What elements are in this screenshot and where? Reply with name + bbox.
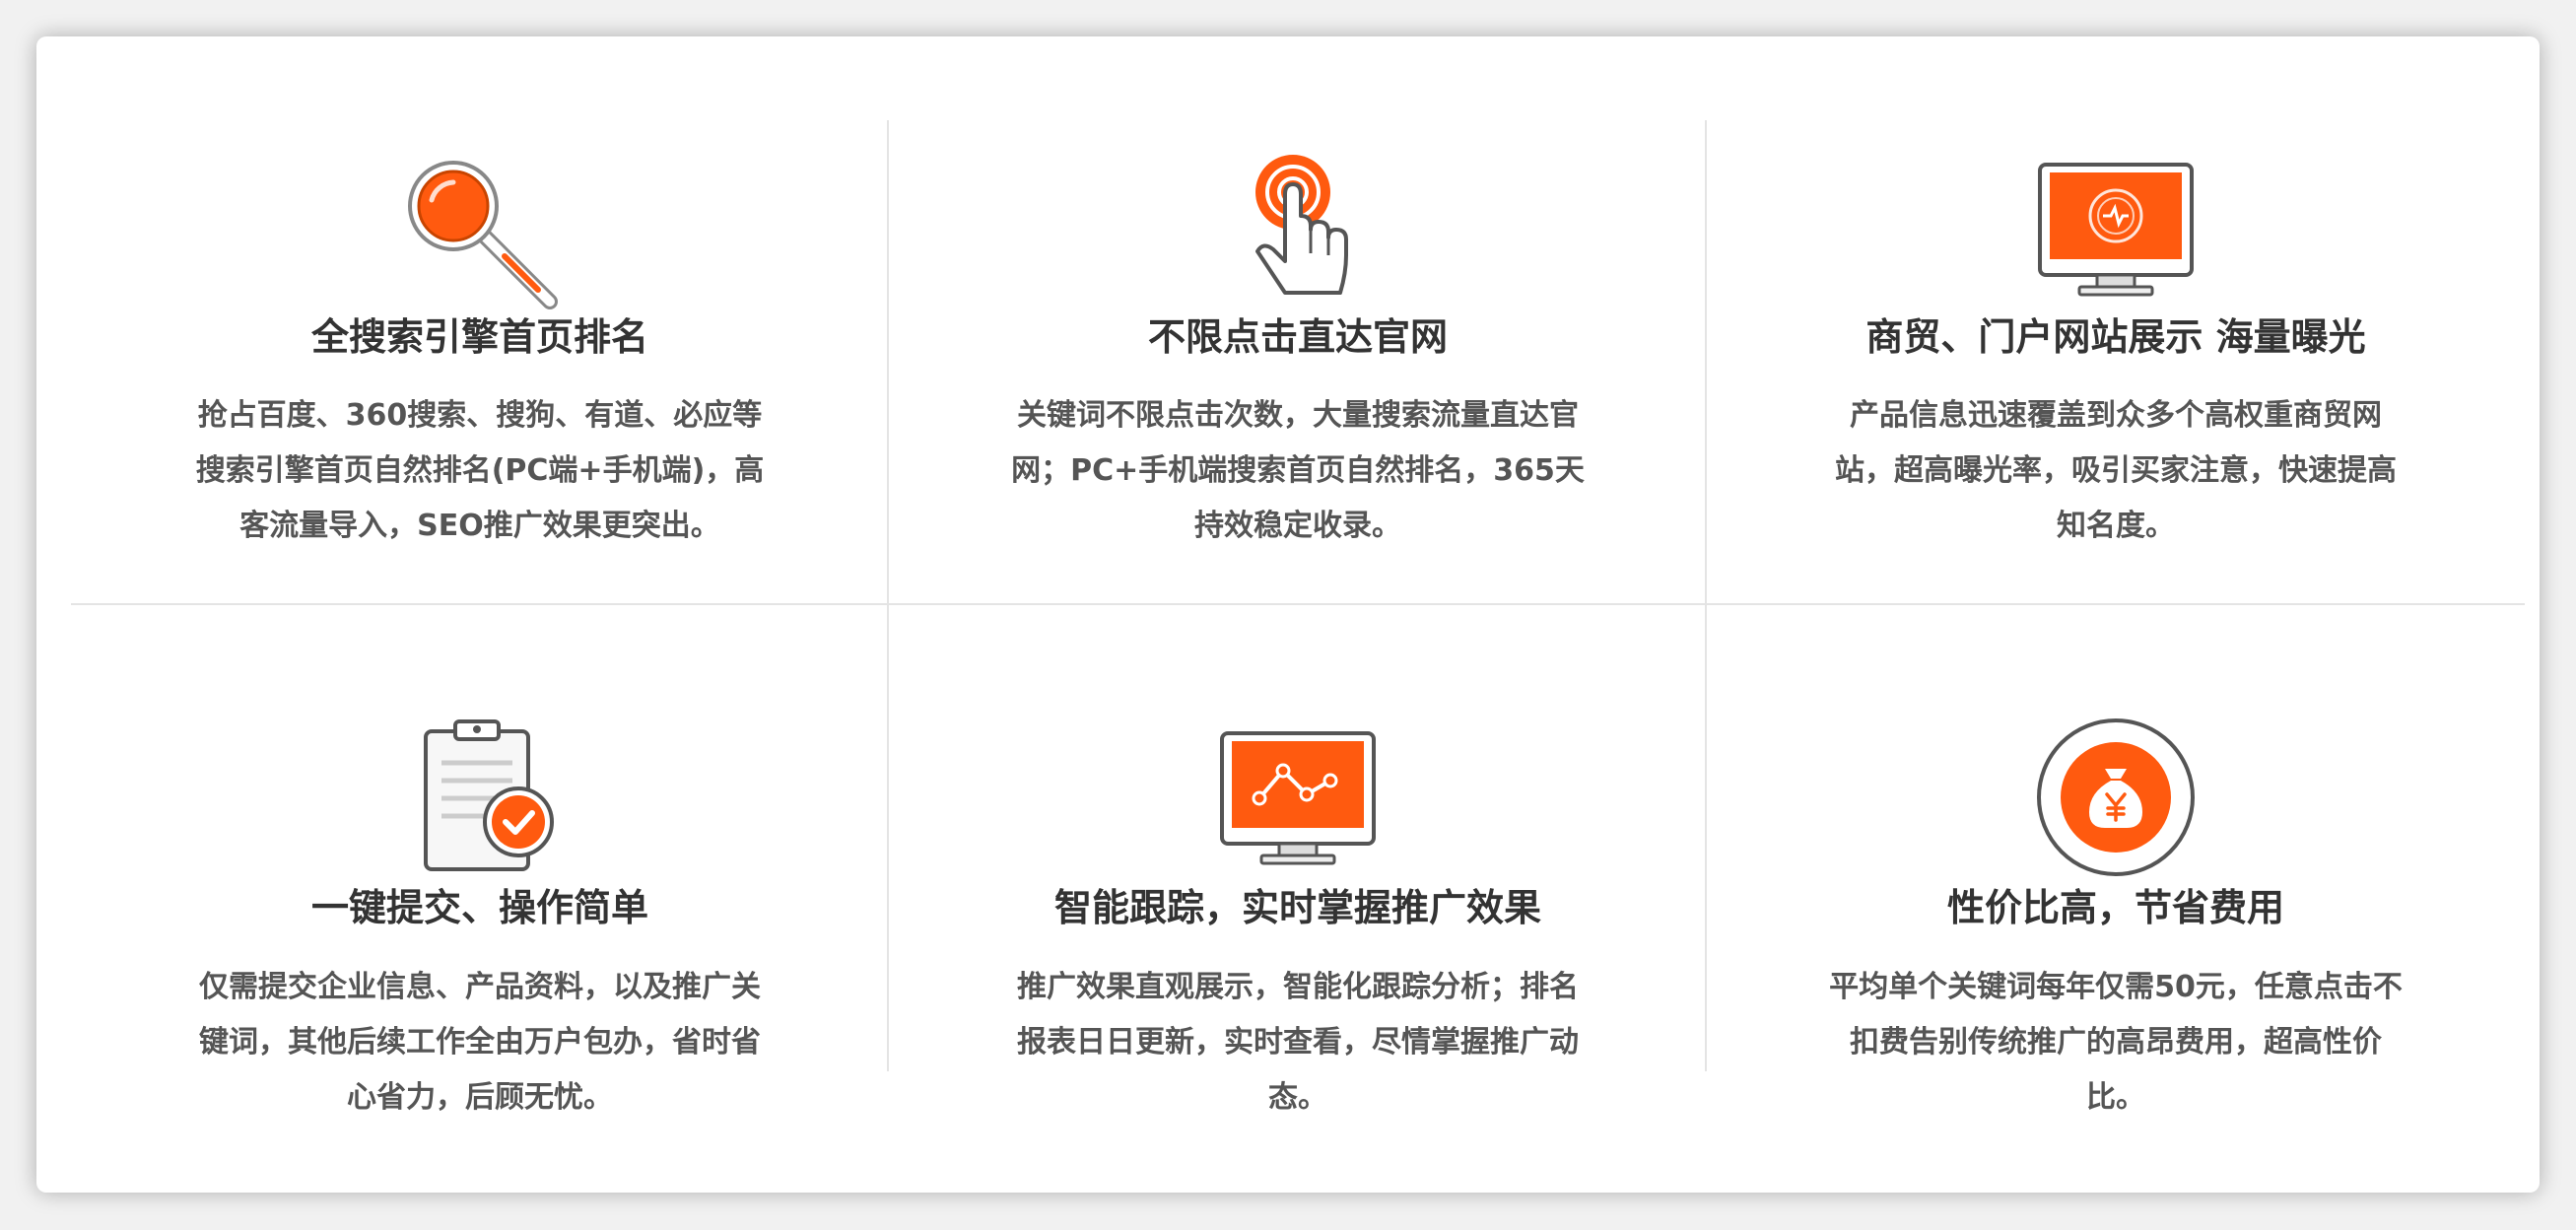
feature-title: 全搜索引擎首页排名 <box>310 315 648 359</box>
feature-description: 关键词不限点击次数，大量搜索流量直达官网；PC+手机端搜索首页自然排名，365天… <box>1011 398 1585 543</box>
clipboard-check-icon <box>396 714 564 881</box>
feature-description: 推广效果直观展示，智能化跟踪分析；排名报表日日更新，实时查看，尽情掌握推广动态。 <box>1017 970 1579 1115</box>
feature-title: 一键提交、操作简单 <box>310 886 648 929</box>
feature-smart-tracking: 智能跟踪，实时掌握推广效果 推广效果直观展示，智能化跟踪分析；排名报表日日更新，… <box>889 605 1707 1115</box>
feature-description: 平均单个关键词每年仅需50元，任意点击不扣费告别传统推广的高昂费用，超高性价比。 <box>1829 970 2403 1115</box>
feature-unlimited-clicks: 不限点击直达官网 关键词不限点击次数，大量搜索流量直达官网；PC+手机端搜索首页… <box>889 46 1707 543</box>
feature-title: 性价比高，节省费用 <box>1946 886 2284 929</box>
monitor-display-icon <box>2032 145 2200 312</box>
feature-cost-effective: 性价比高，节省费用 平均单个关键词每年仅需50元，任意点击不扣费告别传统推广的高… <box>1707 605 2525 1115</box>
feature-title: 商贸、门户网站展示 海量曝光 <box>1865 315 2366 359</box>
tap-hand-icon <box>1214 145 1382 312</box>
features-panel: 全搜索引擎首页排名 抢占百度、360搜索、搜狗、有道、必应等搜索引擎首页自然排名… <box>36 36 2540 1193</box>
feature-title: 不限点击直达官网 <box>1147 315 1448 359</box>
feature-title: 智能跟踪，实时掌握推广效果 <box>1053 886 1541 929</box>
feature-description: 产品信息迅速覆盖到众多个高权重商贸网站，超高曝光率，吸引买家注意，快速提高知名度… <box>1835 398 2397 543</box>
magnifier-icon <box>396 145 564 312</box>
feature-description: 仅需提交企业信息、产品资料，以及推广关键词，其他后续工作全由万户包办，省时省心省… <box>199 970 761 1115</box>
feature-one-click-submit: 一键提交、操作简单 仅需提交企业信息、产品资料，以及推广关键词，其他后续工作全由… <box>71 605 889 1115</box>
feature-portal-exposure: 商贸、门户网站展示 海量曝光 产品信息迅速覆盖到众多个高权重商贸网站，超高曝光率… <box>1707 46 2525 543</box>
feature-search-ranking: 全搜索引擎首页排名 抢占百度、360搜索、搜狗、有道、必应等搜索引擎首页自然排名… <box>71 46 889 543</box>
feature-description: 抢占百度、360搜索、搜狗、有道、必应等搜索引擎首页自然排名(PC端+手机端)，… <box>195 398 765 543</box>
monitor-chart-icon <box>1214 714 1382 881</box>
money-bag-icon <box>2032 714 2200 881</box>
